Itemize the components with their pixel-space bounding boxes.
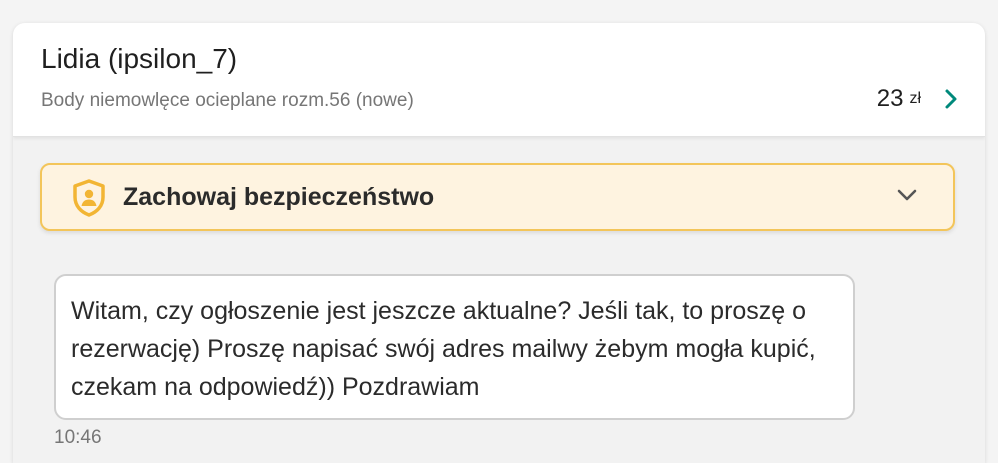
- message-timestamp: 10:46: [54, 427, 102, 448]
- chevron-right-icon: [945, 89, 957, 109]
- item-title[interactable]: Body niemowlęce ocieplane rozm.56 (nowe): [41, 90, 414, 112]
- item-price-link[interactable]: 23 zł: [877, 85, 959, 113]
- safety-banner[interactable]: Zachowaj bezpieczeństwo: [40, 163, 955, 231]
- message-bubble: Witam, czy ogłoszenie jest jeszcze aktua…: [54, 274, 855, 420]
- shield-user-icon: [73, 179, 105, 217]
- price-currency: zł: [909, 90, 921, 107]
- chat-header: Lidia (ipsilon_7) Body niemowlęce ociepl…: [13, 23, 985, 137]
- message-text: Witam, czy ogłoszenie jest jeszcze aktua…: [71, 297, 816, 401]
- contact-name[interactable]: Lidia (ipsilon_7): [41, 43, 237, 75]
- chevron-down-icon: [897, 189, 917, 201]
- price-amount: 23: [876, 85, 904, 112]
- chat-window: Lidia (ipsilon_7) Body niemowlęce ociepl…: [13, 23, 985, 463]
- safety-label: Zachowaj bezpieczeństwo: [123, 183, 435, 211]
